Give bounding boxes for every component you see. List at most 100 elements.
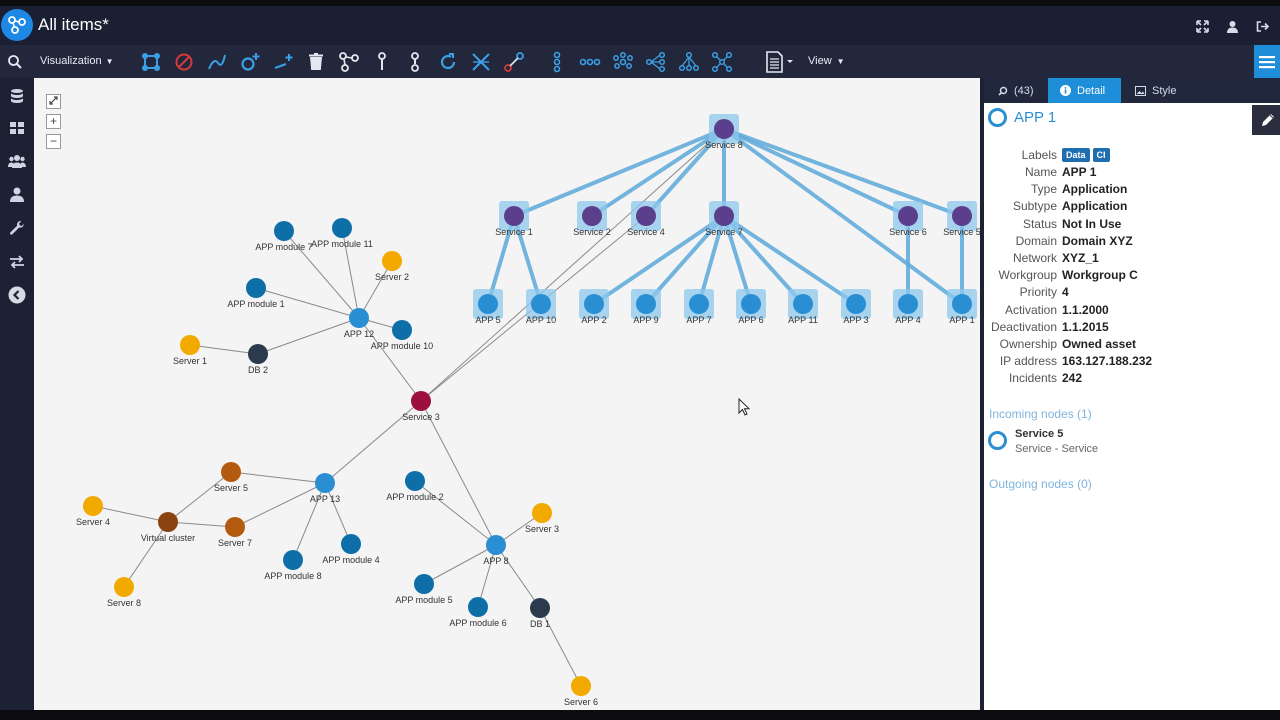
- graph-node-app7[interactable]: APP 7: [684, 289, 714, 325]
- graph-edge[interactable]: [123, 521, 169, 588]
- edit-pencil-icon[interactable]: [1252, 105, 1280, 135]
- add-node-icon[interactable]: [237, 49, 263, 75]
- graph-node-appmod10[interactable]: APP module 10: [371, 320, 433, 351]
- cross-link-icon[interactable]: [468, 49, 494, 75]
- node-circle[interactable]: [793, 294, 813, 314]
- node-circle[interactable]: [405, 471, 425, 491]
- graph-node-app6[interactable]: APP 6: [736, 289, 766, 325]
- node-circle[interactable]: [180, 335, 200, 355]
- graph-node-db1[interactable]: DB 1: [530, 598, 550, 629]
- graph-node-app4[interactable]: APP 4: [893, 289, 923, 325]
- add-edge-icon[interactable]: [270, 49, 296, 75]
- path-icon[interactable]: [204, 49, 230, 75]
- zoom-in-icon[interactable]: +: [46, 114, 61, 129]
- graph-node-service6[interactable]: Service 6: [889, 201, 927, 237]
- search-icon[interactable]: [6, 53, 26, 71]
- graph-edge[interactable]: [414, 480, 497, 546]
- graph-node-app8[interactable]: APP 8: [483, 535, 509, 566]
- graph-node-service3[interactable]: Service 3: [402, 391, 440, 422]
- node-circle[interactable]: [341, 534, 361, 554]
- user-icon[interactable]: [5, 182, 29, 206]
- graph-node-server3[interactable]: Server 3: [525, 503, 559, 534]
- node-circle[interactable]: [531, 294, 551, 314]
- graph-node-appmod2[interactable]: APP module 2: [386, 471, 444, 502]
- graph-node-app9[interactable]: APP 9: [631, 289, 661, 325]
- node-circle[interactable]: [846, 294, 866, 314]
- visualization-dropdown[interactable]: Visualization ▼: [40, 55, 113, 67]
- graph-node-app10[interactable]: APP 10: [526, 289, 556, 325]
- collapse-sidebar-icon[interactable]: [5, 283, 29, 307]
- node-circle[interactable]: [582, 206, 602, 226]
- graph-node-service7[interactable]: Service 7: [705, 201, 743, 237]
- node-circle[interactable]: [414, 574, 434, 594]
- incoming-nodes-header[interactable]: Incoming nodes (1): [989, 407, 1092, 421]
- app-logo-icon[interactable]: [1, 9, 33, 41]
- node-circle[interactable]: [411, 391, 431, 411]
- label-chip[interactable]: CI: [1092, 148, 1110, 162]
- layout-horizontal-icon[interactable]: [577, 49, 603, 75]
- graph-edge[interactable]: [167, 521, 236, 528]
- graph-node-app11[interactable]: APP 11: [788, 289, 818, 325]
- node-circle[interactable]: [349, 308, 369, 328]
- layout-vertical-icon[interactable]: [544, 49, 570, 75]
- graph-node-appmod11[interactable]: APP module 11: [311, 218, 373, 249]
- graph-node-appmod4[interactable]: APP module 4: [322, 534, 380, 565]
- graph-node-service4[interactable]: Service 4: [627, 201, 665, 237]
- graph-node-server2[interactable]: Server 2: [375, 251, 409, 282]
- graph-node-service1[interactable]: Service 1: [495, 201, 533, 237]
- node-circle[interactable]: [83, 496, 103, 516]
- graph-node-appmod6[interactable]: APP module 6: [449, 597, 507, 628]
- zoom-out-icon[interactable]: −: [46, 134, 61, 149]
- fit-view-icon[interactable]: [46, 94, 61, 109]
- trash-icon[interactable]: [303, 49, 329, 75]
- node-circle[interactable]: [898, 206, 918, 226]
- node-circle[interactable]: [952, 294, 972, 314]
- incoming-node-item[interactable]: Service 5 Service - Service: [988, 428, 1098, 455]
- node-circle[interactable]: [532, 503, 552, 523]
- node-circle[interactable]: [332, 218, 352, 238]
- layout-tree-icon[interactable]: [676, 49, 702, 75]
- node-circle[interactable]: [283, 550, 303, 570]
- node-circle[interactable]: [392, 320, 412, 340]
- layout-network-icon[interactable]: [336, 49, 362, 75]
- graph-node-appmod5[interactable]: APP module 5: [395, 574, 453, 605]
- node-circle[interactable]: [248, 344, 268, 364]
- node-circle[interactable]: [225, 517, 245, 537]
- node-circle[interactable]: [714, 119, 734, 139]
- node-circle[interactable]: [315, 473, 335, 493]
- node-circle[interactable]: [246, 278, 266, 298]
- hamburger-menu-icon[interactable]: [1254, 45, 1280, 78]
- database-icon[interactable]: [5, 84, 29, 108]
- layout-tree-left-icon[interactable]: [643, 49, 669, 75]
- export-document-icon[interactable]: [764, 51, 796, 73]
- node-circle[interactable]: [382, 251, 402, 271]
- graph-node-server4[interactable]: Server 4: [76, 496, 110, 527]
- wrench-icon[interactable]: [5, 216, 29, 240]
- graph-edge[interactable]: [723, 127, 909, 218]
- graph-node-app1[interactable]: APP 1: [947, 289, 977, 325]
- node-circle[interactable]: [741, 294, 761, 314]
- tab-detail[interactable]: Detail: [1048, 78, 1121, 103]
- node-circle[interactable]: [221, 462, 241, 482]
- graph-node-service8[interactable]: Service 8: [705, 114, 743, 150]
- node-circle[interactable]: [714, 206, 734, 226]
- graph-node-app12[interactable]: APP 12: [344, 308, 374, 339]
- node-circle[interactable]: [478, 294, 498, 314]
- graph-edge[interactable]: [230, 471, 326, 484]
- graph-node-service2[interactable]: Service 2: [573, 201, 611, 237]
- graph-edge[interactable]: [420, 400, 497, 546]
- layout-grid-icon[interactable]: [709, 49, 735, 75]
- user-icon[interactable]: [1222, 16, 1242, 36]
- node-circle[interactable]: [689, 294, 709, 314]
- node-circle[interactable]: [636, 206, 656, 226]
- graph-node-app3[interactable]: APP 3: [841, 289, 871, 325]
- fullscreen-icon[interactable]: [1192, 16, 1212, 36]
- users-icon[interactable]: [5, 149, 29, 173]
- select-all-icon[interactable]: [138, 49, 164, 75]
- graph-edge[interactable]: [722, 127, 964, 306]
- graph-edge[interactable]: [167, 471, 232, 523]
- graph-node-server5[interactable]: Server 5: [214, 462, 248, 493]
- graph-edge[interactable]: [513, 127, 725, 218]
- graph-node-server1[interactable]: Server 1: [173, 335, 207, 366]
- layout-organic-icon[interactable]: [610, 49, 636, 75]
